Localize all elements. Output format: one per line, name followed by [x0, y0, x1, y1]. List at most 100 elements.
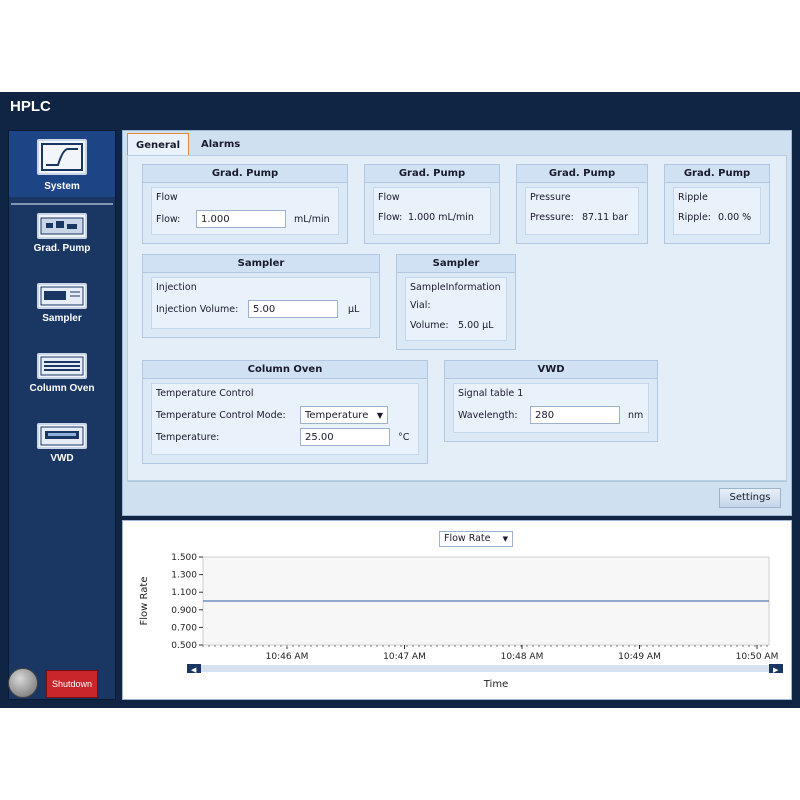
ripple-label: Ripple: — [678, 212, 711, 223]
section-label: Flow — [378, 192, 400, 203]
group-body: Injection Injection Volume: 5.00 µL — [151, 277, 371, 329]
tab-general[interactable]: General — [127, 133, 189, 157]
group-title: Sampler — [143, 255, 379, 273]
wavelength-input[interactable]: 280 — [530, 406, 620, 424]
temperature-label: Temperature: — [156, 432, 220, 443]
pressure-label: Pressure: — [530, 212, 574, 223]
group-body: Signal table 1 Wavelength: 280 nm — [453, 383, 649, 433]
sidebar-item-vwd[interactable]: VWD — [9, 423, 115, 489]
sidebar-item-label: VWD — [50, 453, 74, 464]
status-indicator — [8, 668, 38, 698]
group-column-oven: Column Oven Temperature Control Temperat… — [142, 360, 428, 464]
temperature-mode-label: Temperature Control Mode: — [156, 410, 286, 421]
x-tick-label: 10:46 AM — [266, 652, 309, 662]
chevron-down-icon: ▼ — [376, 411, 383, 420]
shutdown-button[interactable]: Shutdown — [46, 670, 98, 698]
y-axis-label: Flow Rate — [139, 577, 150, 626]
group-body: Ripple Ripple: 0.00 % — [673, 187, 761, 235]
injection-volume-input[interactable]: 5.00 — [248, 300, 338, 318]
sampler-icon — [37, 283, 87, 309]
vwd-icon — [37, 423, 87, 449]
group-body: Flow Flow: 1.000 mL/min — [151, 187, 339, 235]
group-pump-ripple: Grad. Pump Ripple Ripple: 0.00 % — [664, 164, 770, 244]
temperature-input[interactable]: 25.00 — [300, 428, 390, 446]
temperature-mode-value: Temperature — [305, 410, 369, 421]
settings-bar: Settings — [127, 481, 787, 513]
chart-panel: Flow Rate ▼ 1.500 1.300 1.100 0.900 0.700 0.5… — [122, 520, 792, 700]
injection-volume-unit: µL — [348, 304, 360, 315]
pump-icon — [37, 213, 87, 239]
x-tick-label: 10:50 AM — [736, 652, 779, 662]
section-label: Injection — [156, 282, 197, 293]
scroll-right-icon: ▶ — [773, 666, 779, 674]
group-pump-flow-readout: Grad. Pump Flow Flow: 1.000 mL/min — [364, 164, 500, 244]
group-title: Grad. Pump — [665, 165, 769, 183]
sidebar: System Grad. Pump Sampler Column Oven VW… — [8, 130, 116, 700]
section-label: Pressure — [530, 192, 571, 203]
flow-value: 1.000 mL/min — [408, 212, 474, 223]
group-body: SampleInformation Vial: Volume: 5.00 µL — [405, 277, 507, 341]
sidebar-item-label: System — [44, 181, 80, 192]
group-vwd: VWD Signal table 1 Wavelength: 280 nm — [444, 360, 658, 442]
group-body: Pressure Pressure: 87.11 bar — [525, 187, 639, 235]
group-body: Flow Flow: 1.000 mL/min — [373, 187, 491, 235]
group-sampler-injection: Sampler Injection Injection Volume: 5.00… — [142, 254, 380, 338]
group-pump-pressure: Grad. Pump Pressure Pressure: 87.11 bar — [516, 164, 648, 244]
x-tick-label: 10:49 AM — [618, 652, 661, 662]
section-label: SampleInformation — [410, 282, 501, 293]
wavelength-unit: nm — [628, 410, 644, 421]
group-body: Temperature Control Temperature Control … — [151, 383, 419, 455]
tab-bar: General Alarms — [127, 133, 252, 157]
y-tick-label: 0.500 — [171, 641, 197, 651]
section-label: Ripple — [678, 192, 708, 203]
wavelength-label: Wavelength: — [458, 410, 518, 421]
flow-input[interactable]: 1.000 — [196, 210, 286, 228]
sidebar-item-grad-pump[interactable]: Grad. Pump — [9, 213, 115, 279]
sidebar-item-label: Grad. Pump — [33, 243, 91, 254]
y-tick-label: 0.900 — [171, 606, 197, 616]
sidebar-item-label: Sampler — [42, 313, 82, 324]
y-tick-label: 0.700 — [171, 623, 197, 633]
scroll-left-icon: ◀ — [191, 666, 197, 674]
group-title: Sampler — [397, 255, 515, 273]
group-title: VWD — [445, 361, 657, 379]
temperature-unit: °C — [398, 432, 410, 443]
group-title: Grad. Pump — [143, 165, 347, 183]
settings-button[interactable]: Settings — [719, 488, 781, 508]
main-panel: General Alarms Grad. Pump Flow Flow: 1.0… — [122, 130, 792, 516]
sidebar-item-label: Column Oven — [29, 383, 95, 394]
app-window: HPLC System Grad. Pump Sampler Column Ov… — [0, 92, 800, 708]
y-tick-label: 1.100 — [171, 588, 197, 598]
injection-volume-label: Injection Volume: — [156, 304, 239, 315]
group-title: Column Oven — [143, 361, 427, 379]
group-sampler-info: Sampler SampleInformation Vial: Volume: … — [396, 254, 516, 350]
sidebar-item-column-oven[interactable]: Column Oven — [9, 353, 115, 419]
y-tick-label: 1.300 — [171, 571, 197, 581]
sidebar-divider — [11, 203, 113, 205]
section-label: Signal table 1 — [458, 388, 524, 399]
group-title: Grad. Pump — [365, 165, 499, 183]
section-label: Flow — [156, 192, 178, 203]
group-pump-flow: Grad. Pump Flow Flow: 1.000 mL/min — [142, 164, 348, 244]
group-title: Grad. Pump — [517, 165, 647, 183]
temperature-mode-select[interactable]: Temperature ▼ — [300, 406, 388, 424]
sidebar-item-system[interactable]: System — [9, 131, 115, 197]
tab-alarms[interactable]: Alarms — [193, 133, 248, 157]
flow-label: Flow: — [378, 212, 403, 223]
x-tick-label: 10:47 AM — [383, 652, 426, 662]
volume-value: 5.00 µL — [458, 320, 494, 331]
chart-scrollbar — [187, 665, 783, 672]
flow-rate-chart: 1.500 1.300 1.100 0.900 0.700 0.500 10:46 AM 10… — [139, 553, 783, 690]
column-oven-icon — [37, 353, 87, 379]
general-content: Grad. Pump Flow Flow: 1.000 mL/min Grad.… — [127, 155, 787, 481]
system-icon — [37, 139, 87, 175]
pressure-value: 87.11 bar — [582, 212, 628, 223]
x-axis-label: Time — [483, 679, 508, 690]
sidebar-item-sampler[interactable]: Sampler — [9, 283, 115, 349]
x-tick-label: 10:48 AM — [501, 652, 544, 662]
flow-unit: mL/min — [294, 214, 330, 225]
flow-label: Flow: — [156, 214, 181, 225]
y-tick-label: 1.500 — [171, 553, 197, 563]
section-label: Temperature Control — [156, 388, 254, 399]
app-title: HPLC — [10, 98, 51, 115]
